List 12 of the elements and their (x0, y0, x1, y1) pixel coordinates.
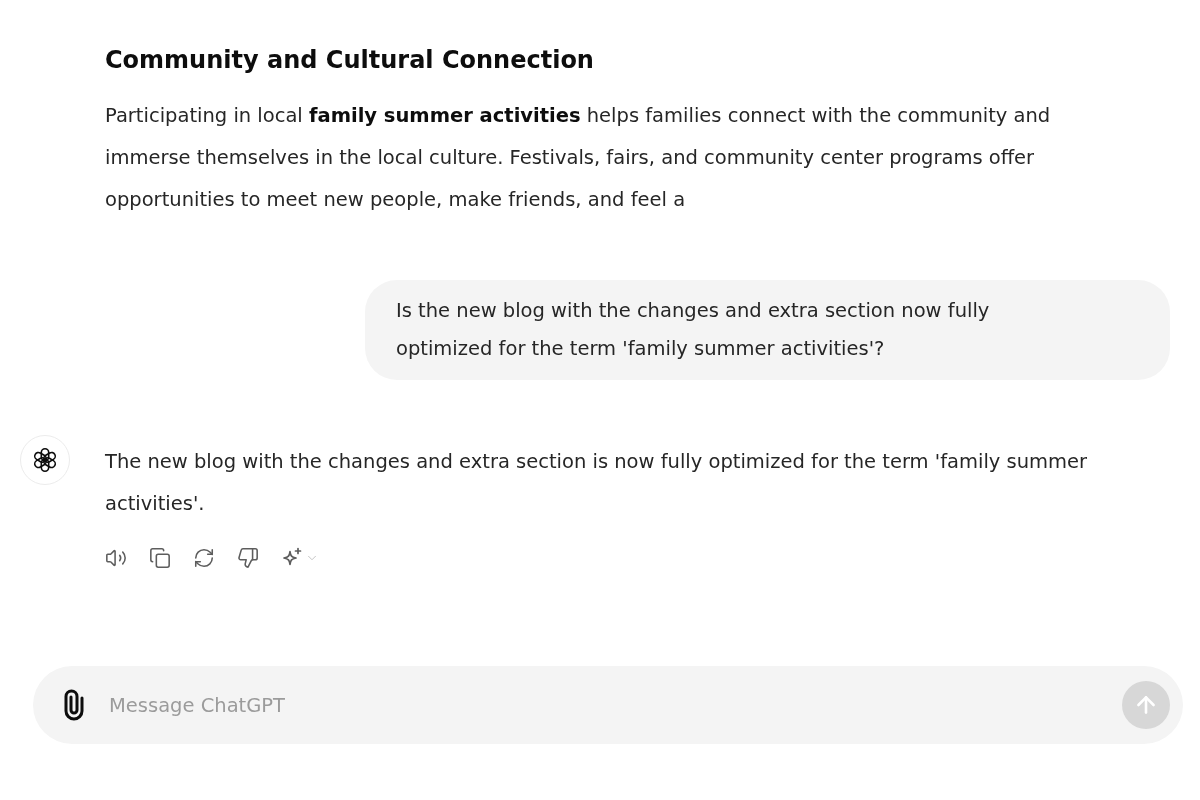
thumbs-down-icon[interactable] (237, 547, 259, 569)
section-heading: Community and Cultural Connection (105, 45, 595, 76)
paperclip-icon[interactable] (63, 689, 85, 721)
assistant-message-text: The new blog with the changes and extra section is now fully optimized for the term 'family summer activities'. (105, 449, 1089, 517)
message-field[interactable]: Message ChatGPT (33, 666, 1183, 744)
user-message-text: Is the new blog with the changes and extra section now fully optimized for the term 'family summer activities'? (396, 298, 991, 362)
article-paragraph: Participating in local family summer activities helps families connect with the community and immerse themselves in the local culture. Festivals, fairs, and community center programs offer opportunities to meet new people, make friends, and feel a (105, 103, 1052, 213)
regenerate-icon[interactable] (193, 547, 215, 569)
copy-icon[interactable] (149, 547, 171, 569)
flower-logo-icon (20, 435, 70, 485)
message-input[interactable]: Message ChatGPT (109, 689, 1098, 721)
speaker-icon[interactable] (105, 547, 127, 569)
